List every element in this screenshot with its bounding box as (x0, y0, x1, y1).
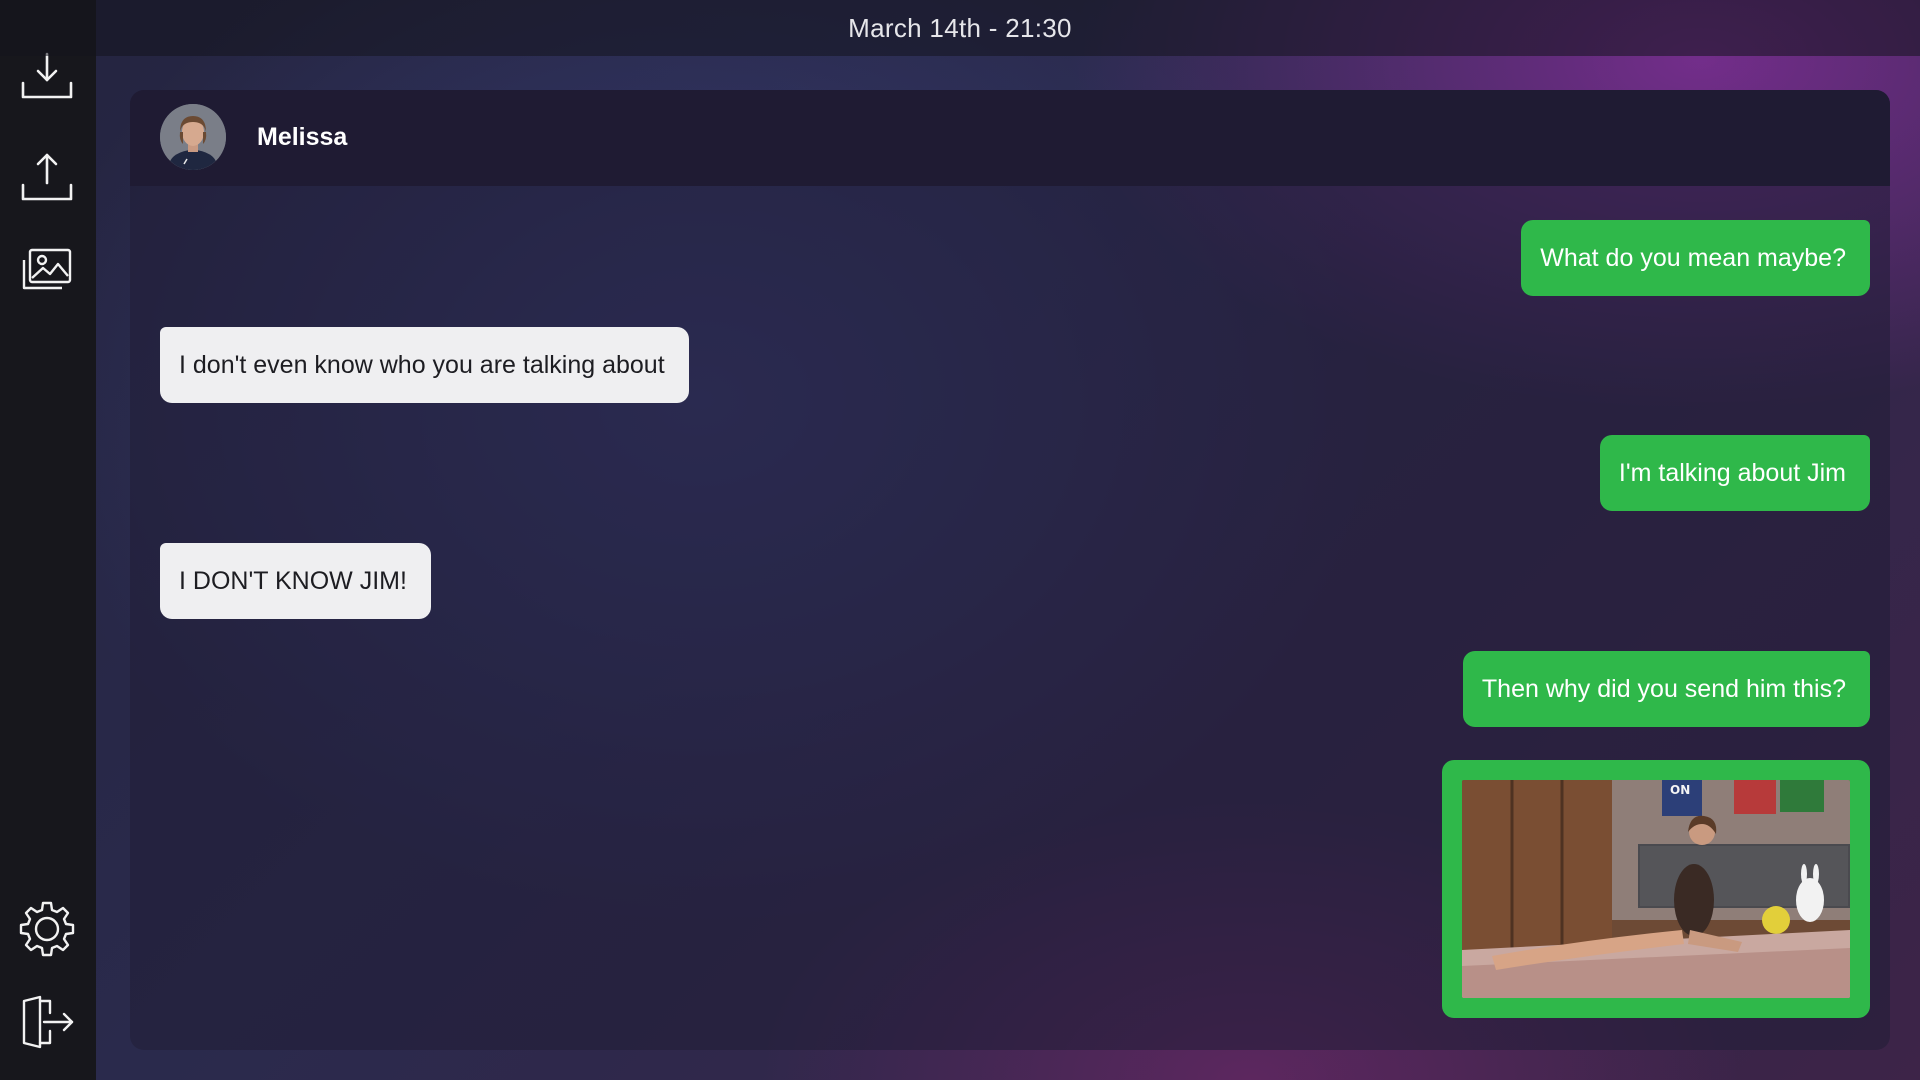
contact-avatar (160, 104, 226, 170)
bedroom-photo[interactable]: ON (1462, 780, 1850, 998)
exit-door-icon (22, 995, 74, 1049)
avatar-portrait (160, 104, 226, 170)
gear-icon (19, 901, 75, 957)
message-image[interactable]: ON (1442, 760, 1870, 1018)
date-time-label: March 14th - 21:30 (848, 13, 1072, 43)
gallery-button[interactable] (18, 242, 76, 300)
message-outgoing: What do you mean maybe? (1521, 220, 1870, 296)
message-outgoing: Then why did you send him this? (1462, 651, 1870, 727)
svg-text:ON: ON (1670, 783, 1690, 797)
gallery-icon (22, 248, 72, 290)
message-incoming: I DON'T KNOW JIM! (160, 543, 431, 619)
photo-image: ON (1462, 780, 1850, 998)
settings-button[interactable] (18, 899, 76, 957)
upload-icon (21, 153, 73, 201)
chat-header: Melissa (130, 90, 1890, 186)
chat-panel: Melissa What do you mean maybe? I don't … (130, 90, 1890, 1050)
top-bar: March 14th - 21:30 (0, 0, 1920, 56)
load-button[interactable] (18, 149, 76, 207)
exit-button[interactable] (18, 993, 76, 1051)
message-outgoing: I'm talking about Jim (1599, 435, 1870, 511)
message-incoming: I don't even know who you are talking ab… (160, 327, 689, 403)
contact-name: Melissa (257, 123, 348, 151)
sidebar (0, 0, 96, 1080)
